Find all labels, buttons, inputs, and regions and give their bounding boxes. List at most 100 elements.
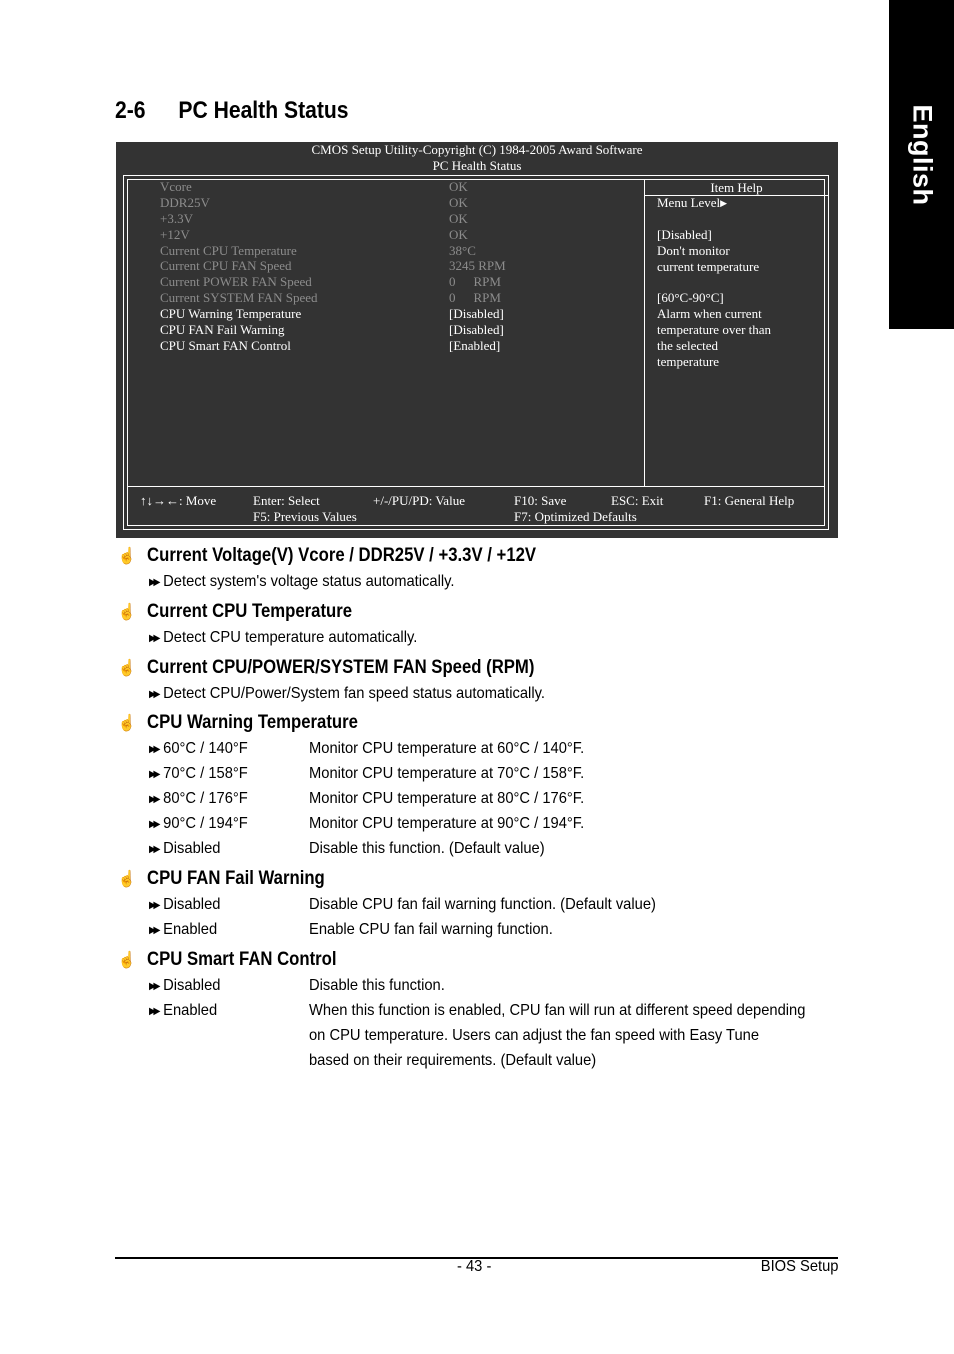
double-arrow-icon: ▶▶ — [149, 900, 161, 911]
item-help-text: Menu Level▶ [Disabled] Don't monitor cur… — [657, 195, 771, 370]
pointing-hand-icon: ☝ — [118, 660, 136, 677]
option-key-text: 70°C / 158°F — [163, 765, 248, 782]
item-label: CPU Smart FAN Control — [160, 337, 291, 353]
double-arrow-icon: ▶▶ — [149, 819, 161, 830]
option-key-text: Disabled — [163, 977, 221, 994]
item-value-unit: RPM — [473, 290, 501, 306]
item-value: 0 RPM — [449, 290, 501, 306]
help-line: temperature — [657, 353, 720, 369]
item-value[interactable]: [Disabled] — [449, 306, 504, 322]
item-value: OK — [449, 226, 468, 242]
option-key: ▶▶ 70°C / 158°F — [149, 765, 248, 783]
help-line: the selected — [657, 338, 718, 354]
item-label: CPU FAN Fail Warning — [160, 322, 285, 338]
item-label: CPU Warning Temperature — [160, 306, 302, 322]
heading-cpu-smart-fan-control: ☝ CPU Smart FAN Control — [118, 949, 337, 971]
option-value: Disable this function. — [309, 977, 445, 994]
help-line: Don't monitor — [657, 242, 730, 258]
pointing-hand-icon: ☝ — [118, 715, 136, 732]
heading-text: CPU Smart FAN Control — [147, 949, 337, 970]
option-key: ▶▶ Disabled — [149, 840, 220, 858]
item-value-number: 0 — [449, 274, 456, 290]
item-label: Vcore — [160, 179, 192, 194]
double-arrow-icon: ▶▶ — [149, 689, 161, 700]
help-line: current temperature — [657, 258, 760, 274]
double-arrow-icon: ▶▶ — [149, 1006, 161, 1017]
double-arrow-icon: ▶▶ — [149, 744, 161, 755]
item-value: OK — [449, 194, 468, 210]
item-label: +3.3V — [160, 210, 193, 226]
description-text: Detect CPU temperature automatically. — [163, 629, 418, 646]
key-hint-exit: ESC: Exit — [611, 493, 664, 508]
help-line: [60°C-90°C] — [657, 290, 724, 306]
language-tab: English — [889, 0, 954, 329]
key-hint-save: F10: Save — [514, 493, 567, 508]
key-hint-move: ↑↓→←: Move — [140, 493, 217, 508]
footer-chapter: BIOS Setup — [760, 1258, 838, 1275]
option-key-text: Enabled — [163, 1002, 218, 1019]
key-hint-enter: Enter: Select — [253, 493, 320, 508]
pointing-hand-icon: ☝ — [118, 548, 136, 565]
option-key: ▶▶ 90°C / 194°F — [149, 815, 248, 833]
option-value: Monitor CPU temperature at 90°C / 194°F. — [309, 815, 585, 832]
double-arrow-icon: ▶▶ — [149, 794, 161, 805]
option-key-text: Disabled — [163, 896, 221, 913]
option-key: ▶▶ Enabled — [149, 921, 217, 939]
option-key-text: Disabled — [163, 840, 221, 857]
option-value: Monitor CPU temperature at 80°C / 176°F. — [309, 790, 585, 807]
heading-text: CPU FAN Fail Warning — [147, 868, 325, 889]
bios-header-copyright: CMOS Setup Utility-Copyright (C) 1984-20… — [311, 142, 643, 157]
key-hint-defaults: F7: Optimized Defaults — [514, 509, 637, 524]
item-help-title: Item Help — [710, 180, 763, 195]
menu-level-label: Menu Level — [657, 195, 721, 210]
language-tab-label: English — [907, 104, 937, 206]
option-key-text: 60°C / 140°F — [163, 740, 248, 757]
item-value[interactable]: [Disabled] — [449, 322, 504, 338]
heading-text: Current Voltage(V) Vcore / DDR25V / +3.3… — [147, 545, 537, 566]
description-text: Detect system's voltage status automatic… — [163, 573, 455, 590]
description: ▶▶ Detect CPU/Power/System fan speed stat… — [149, 685, 545, 703]
option-key: ▶▶ Disabled — [149, 896, 220, 914]
item-label: Current CPU Temperature — [160, 242, 297, 258]
bios-screenshot: CMOS Setup Utility-Copyright (C) 1984-20… — [116, 142, 838, 538]
description: ▶▶ Detect system's voltage status automat… — [149, 573, 454, 591]
double-arrow-icon: ▶▶ — [149, 981, 161, 992]
heading-text: CPU Warning Temperature — [147, 712, 358, 733]
bios-divider-vertical — [644, 179, 645, 486]
heading-text: Current CPU/POWER/SYSTEM FAN Speed (RPM) — [147, 657, 535, 678]
option-value: When this function is enabled, CPU fan w… — [309, 1002, 806, 1019]
help-line — [657, 274, 771, 290]
option-key: ▶▶ 60°C / 140°F — [149, 740, 248, 758]
help-line: temperature over than — [657, 322, 772, 338]
option-value: Disable CPU fan fail warning function. (… — [309, 896, 656, 913]
item-label: Current SYSTEM FAN Speed — [160, 290, 318, 306]
key-hint-value: +/-/PU/PD: Value — [373, 493, 465, 508]
help-line: Alarm when current — [657, 306, 762, 322]
item-label: Current CPU FAN Speed — [160, 258, 292, 274]
item-value-number: 0 — [449, 290, 456, 306]
item-value: 3245 RPM — [449, 258, 506, 274]
option-value: Enable CPU fan fail warning function. — [309, 921, 553, 938]
double-arrow-icon: ▶▶ — [149, 844, 161, 855]
page-number: - 43 - — [457, 1258, 492, 1275]
help-line — [657, 211, 771, 227]
item-label: DDR25V — [160, 194, 210, 210]
option-value: Monitor CPU temperature at 70°C / 158°F. — [309, 765, 585, 782]
heading-fan-speed: ☝ Current CPU/POWER/SYSTEM FAN Speed (RPM… — [118, 657, 534, 679]
heading-cpu-fan-fail-warning: ☝ CPU FAN Fail Warning — [118, 868, 325, 890]
option-value-continuation: based on their requirements. (Default va… — [309, 1052, 597, 1069]
pointing-hand-icon: ☝ — [118, 871, 136, 888]
option-value-continuation: on CPU temperature. Users can adjust the… — [309, 1027, 760, 1044]
item-value-unit: RPM — [473, 274, 501, 290]
item-value[interactable]: [Enabled] — [449, 338, 500, 354]
option-key-text: 80°C / 176°F — [163, 790, 248, 807]
heading-text: Current CPU Temperature — [147, 601, 353, 622]
item-value: OK — [449, 179, 468, 194]
heading-current-voltage: ☝ Current Voltage(V) Vcore / DDR25V / +3.… — [118, 545, 536, 567]
option-value: Disable this function. (Default value) — [309, 840, 545, 857]
pointing-hand-icon: ☝ — [118, 604, 136, 621]
pointing-hand-icon: ☝ — [118, 952, 136, 969]
item-value: OK — [449, 210, 468, 226]
option-key-text: 90°C / 194°F — [163, 815, 248, 832]
option-key: ▶▶ Enabled — [149, 1002, 217, 1020]
